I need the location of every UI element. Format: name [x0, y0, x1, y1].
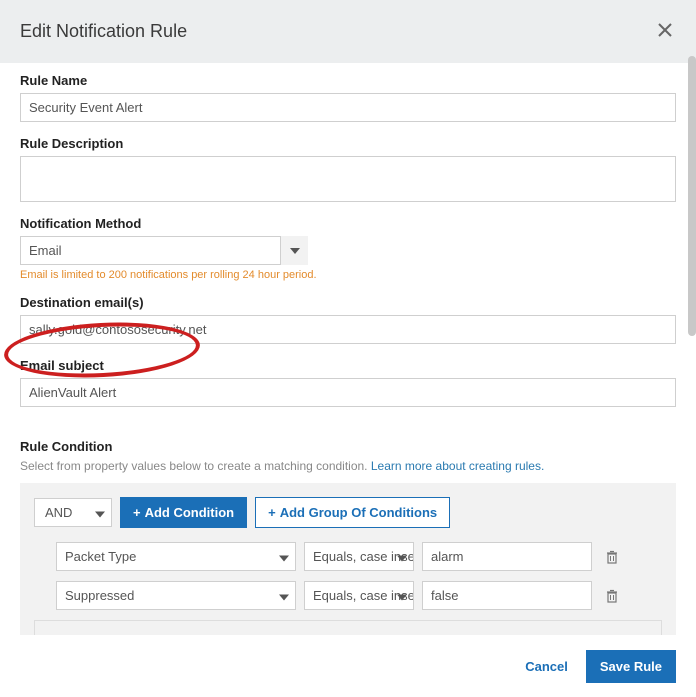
chevron-down-icon: [397, 588, 407, 603]
trash-icon[interactable]: [604, 549, 620, 565]
scrollbar[interactable]: [688, 56, 696, 641]
dialog-body: Rule Name Rule Description Notification …: [0, 63, 696, 635]
destination-emails-input[interactable]: [20, 315, 676, 344]
chevron-down-icon[interactable]: [280, 236, 308, 265]
rule-condition-section: Rule Condition Select from property valu…: [20, 439, 676, 635]
rule-description-field: Rule Description: [20, 136, 676, 202]
current-rule-title: CURRENT RULE: [49, 633, 647, 635]
rule-condition-subtext-pre: Select from property values below to cre…: [20, 459, 371, 473]
scrollbar-thumb[interactable]: [688, 56, 696, 336]
logic-operator-select[interactable]: AND: [34, 498, 112, 527]
destination-emails-field: Destination email(s): [20, 295, 676, 344]
condition-value-input[interactable]: [422, 542, 592, 571]
condition-row: Packet Type Equals, case insensitive: [34, 542, 662, 571]
rule-description-input[interactable]: [20, 156, 676, 202]
rule-condition-heading: Rule Condition: [20, 439, 676, 454]
rule-condition-subtext: Select from property values below to cre…: [20, 459, 676, 473]
logic-operator-value: AND: [45, 505, 72, 520]
email-subject-label: Email subject: [20, 358, 676, 373]
rule-name-field: Rule Name: [20, 73, 676, 122]
add-condition-button[interactable]: + Add Condition: [120, 497, 247, 528]
plus-icon: +: [268, 505, 276, 520]
condition-property-select[interactable]: Suppressed: [56, 581, 296, 610]
notification-method-hint: Email is limited to 200 notifications pe…: [20, 269, 676, 281]
notification-method-field: Notification Method Email Email is limit…: [20, 216, 676, 281]
dialog-header: Edit Notification Rule: [0, 0, 696, 63]
learn-more-link[interactable]: Learn more about creating rules.: [371, 459, 544, 473]
chevron-down-icon: [397, 549, 407, 564]
add-condition-label: Add Condition: [145, 505, 235, 520]
dialog-title: Edit Notification Rule: [20, 21, 187, 42]
rule-description-label: Rule Description: [20, 136, 676, 151]
rule-name-label: Rule Name: [20, 73, 676, 88]
rule-name-input[interactable]: [20, 93, 676, 122]
condition-builder: AND + Add Condition + Add Group Of Conditi…: [20, 483, 676, 635]
condition-operator-select[interactable]: Equals, case insensitive: [304, 542, 414, 571]
destination-emails-label: Destination email(s): [20, 295, 676, 310]
condition-property-select[interactable]: Packet Type: [56, 542, 296, 571]
close-icon[interactable]: [654, 16, 676, 47]
dialog-footer: Cancel Save Rule: [0, 635, 696, 697]
add-group-button[interactable]: + Add Group Of Conditions: [255, 497, 450, 528]
notification-method-select[interactable]: Email: [20, 236, 308, 265]
add-group-label: Add Group Of Conditions: [280, 505, 437, 520]
current-rule-panel: CURRENT RULE (packet_type == 'alarm' AND…: [34, 620, 662, 635]
condition-property-value: Packet Type: [65, 549, 136, 564]
chevron-down-icon: [279, 549, 289, 564]
plus-icon: +: [133, 505, 141, 520]
email-subject-field: Email subject: [20, 358, 676, 407]
condition-row: Suppressed Equals, case insensitive: [34, 581, 662, 610]
notification-method-label: Notification Method: [20, 216, 676, 231]
condition-property-value: Suppressed: [65, 588, 134, 603]
condition-toolbar: AND + Add Condition + Add Group Of Conditi…: [34, 497, 662, 528]
save-rule-button[interactable]: Save Rule: [586, 650, 676, 683]
chevron-down-icon: [95, 505, 105, 520]
email-subject-input[interactable]: [20, 378, 676, 407]
cancel-button[interactable]: Cancel: [525, 659, 568, 674]
condition-value-input[interactable]: [422, 581, 592, 610]
edit-notification-rule-dialog: Edit Notification Rule Rule Name Rule De…: [0, 0, 696, 697]
trash-icon[interactable]: [604, 588, 620, 604]
condition-operator-select[interactable]: Equals, case insensitive: [304, 581, 414, 610]
chevron-down-icon: [279, 588, 289, 603]
